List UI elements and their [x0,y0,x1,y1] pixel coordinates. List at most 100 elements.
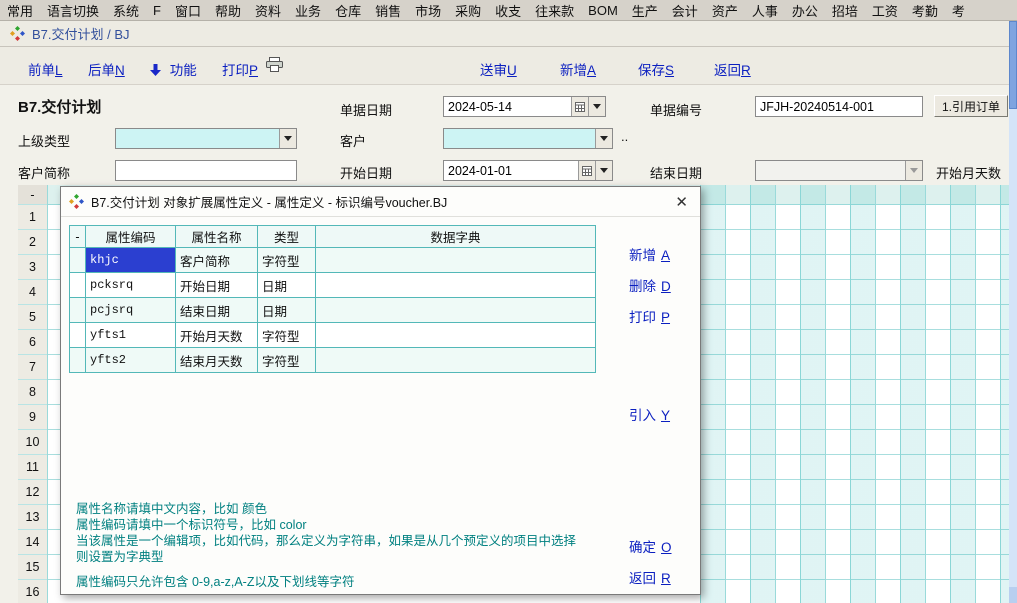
scrollbar-thumb[interactable] [1009,21,1017,109]
row-number[interactable]: 3 [18,255,47,280]
menu-item[interactable]: 销售 [368,1,408,20]
row-number[interactable]: 16 [18,580,47,603]
attr-dict-cell[interactable] [316,323,596,348]
attr-type-cell[interactable]: 字符型 [258,248,316,273]
row-marker-cell[interactable] [70,348,86,373]
row-number[interactable]: 13 [18,505,47,530]
dialog-add-button[interactable]: 新增A [629,244,670,264]
row-number[interactable]: 10 [18,430,47,455]
menu-item[interactable]: 办公 [785,1,825,20]
table-row[interactable]: yfts1开始月天数字符型 [70,323,596,348]
submit-review-button[interactable]: 送审U [480,59,517,79]
row-number[interactable]: 11 [18,455,47,480]
attr-dict-cell[interactable] [316,273,596,298]
parent-type-combo[interactable] [115,128,297,149]
row-number[interactable]: 8 [18,380,47,405]
attr-code-cell[interactable]: pcksrq [86,273,176,298]
customer-combo[interactable] [443,128,613,149]
table-row[interactable]: pcjsrq结束日期日期 [70,298,596,323]
attr-type-cell[interactable]: 字符型 [258,348,316,373]
attr-dict-cell[interactable] [316,348,596,373]
row-number[interactable]: 6 [18,330,47,355]
calendar-icon-button[interactable] [571,97,588,116]
row-marker-cell[interactable] [70,323,86,348]
customer-lookup-button[interactable]: .. [621,129,628,144]
dialog-print-button[interactable]: 打印P [629,306,670,326]
menu-item[interactable]: 工资 [865,1,905,20]
dropdown-arrow-button[interactable] [595,129,612,148]
menu-item[interactable]: 市场 [408,1,448,20]
row-number[interactable]: 15 [18,555,47,580]
menu-item[interactable]: F [146,3,168,18]
menu-item[interactable]: 窗口 [168,1,208,20]
row-marker-cell[interactable] [70,273,86,298]
dialog-delete-button[interactable]: 删除D [629,275,671,295]
attr-code-cell[interactable]: yfts1 [86,323,176,348]
printer-icon[interactable] [266,57,283,75]
dialog-import-button[interactable]: 引入Y [629,404,670,424]
menu-item[interactable]: 业务 [288,1,328,20]
attr-name-cell[interactable]: 开始日期 [176,273,258,298]
row-number[interactable]: 12 [18,480,47,505]
attr-code-cell[interactable]: khjc [86,248,176,273]
attr-name-cell[interactable]: 开始月天数 [176,323,258,348]
menu-item[interactable]: 仓库 [328,1,368,20]
attr-code-cell[interactable]: pcjsrq [86,298,176,323]
menu-item[interactable]: 考勤 [905,1,945,20]
row-number[interactable]: 14 [18,530,47,555]
menu-item[interactable]: 资料 [248,1,288,20]
menu-item[interactable]: 资产 [705,1,745,20]
next-doc-button[interactable]: 后单N [88,59,125,79]
menu-item[interactable]: 招培 [825,1,865,20]
print-button[interactable]: 打印P [222,59,258,79]
ref-order-button[interactable]: 1.引用订单 [934,95,1008,117]
grid-corner-cell[interactable]: - [18,185,47,205]
tab-title[interactable]: B7.交付计划 / BJ [32,24,130,43]
menu-item[interactable]: 常用 [0,1,40,20]
table-row[interactable]: yfts2结束月天数字符型 [70,348,596,373]
row-number[interactable]: 7 [18,355,47,380]
dropdown-arrow-button[interactable] [279,129,296,148]
dialog-return-button[interactable]: 返回R [629,567,671,587]
menu-item[interactable]: 语言切换 [40,1,106,20]
vertical-scrollbar[interactable] [1009,21,1017,603]
row-number[interactable]: 4 [18,280,47,305]
scrollbar-down-arrow[interactable] [1009,587,1017,603]
return-button[interactable]: 返回R [714,59,751,79]
attr-type-cell[interactable]: 字符型 [258,323,316,348]
row-number[interactable]: 2 [18,230,47,255]
start-date-input[interactable] [444,161,578,180]
menu-item[interactable]: 人事 [745,1,785,20]
attr-name-cell[interactable]: 结束日期 [176,298,258,323]
row-number[interactable]: 1 [18,205,47,230]
attr-name-cell[interactable]: 客户简称 [176,248,258,273]
dropdown-arrow-button[interactable] [905,161,922,180]
row-number[interactable]: 9 [18,405,47,430]
menu-item[interactable]: 系统 [106,1,146,20]
close-icon[interactable]: ✕ [675,193,688,211]
menu-item[interactable]: 采购 [448,1,488,20]
attr-type-cell[interactable]: 日期 [258,273,316,298]
row-marker-cell[interactable] [70,298,86,323]
attr-code-cell[interactable]: yfts2 [86,348,176,373]
doc-date-input[interactable] [444,97,571,116]
menu-item[interactable]: 帮助 [208,1,248,20]
doc-no-input[interactable] [756,97,922,116]
menu-item[interactable]: BOM [581,3,625,18]
add-button[interactable]: 新增A [560,59,596,79]
table-row[interactable]: pcksrq开始日期日期 [70,273,596,298]
attr-dict-cell[interactable] [316,248,596,273]
calendar-icon-button[interactable] [578,161,595,180]
menu-item[interactable]: 收支 [488,1,528,20]
dropdown-arrow-button[interactable] [595,161,612,180]
functions-button[interactable]: 功能 [150,59,197,79]
dialog-ok-button[interactable]: 确定O [629,536,672,556]
prev-doc-button[interactable]: 前单L [28,59,63,79]
dropdown-arrow-button[interactable] [588,97,605,116]
end-date-combo[interactable] [755,160,923,181]
attr-type-cell[interactable]: 日期 [258,298,316,323]
row-number[interactable]: 5 [18,305,47,330]
attr-name-cell[interactable]: 结束月天数 [176,348,258,373]
attr-dict-cell[interactable] [316,298,596,323]
menu-item[interactable]: 会计 [665,1,705,20]
